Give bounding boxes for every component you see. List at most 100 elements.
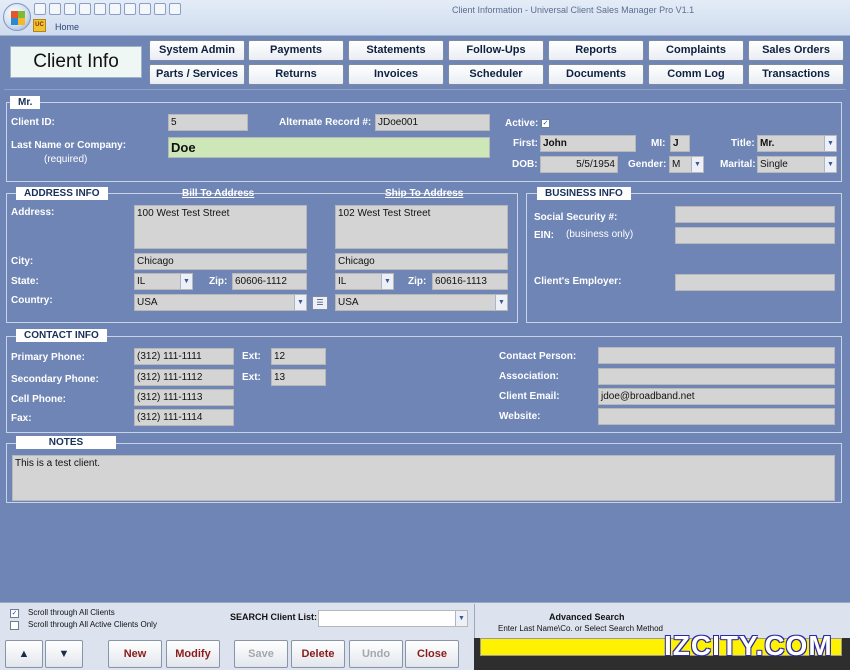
ein-field[interactable] bbox=[675, 227, 835, 244]
marital-label: Marital: bbox=[720, 159, 756, 170]
cell-phone-field[interactable]: (312) 111-1113 bbox=[134, 389, 234, 406]
nav-follow-ups[interactable]: Follow-Ups bbox=[448, 40, 544, 61]
nav-transactions[interactable]: Transactions bbox=[748, 64, 844, 85]
contact-panel-title: CONTACT INFO bbox=[16, 329, 107, 342]
ship-zip-label: Zip: bbox=[408, 276, 427, 287]
dob-field[interactable]: 5/5/1954 bbox=[540, 156, 618, 173]
lock-icon[interactable] bbox=[154, 3, 166, 15]
association-field[interactable] bbox=[598, 368, 835, 385]
address-panel-title: ADDRESS INFO bbox=[16, 187, 108, 200]
active-label: Active: bbox=[505, 118, 539, 129]
chevron-down-icon[interactable]: ▼ bbox=[824, 157, 836, 172]
chevron-down-icon[interactable]: ▼ bbox=[495, 295, 507, 310]
bill-to-heading: Bill To Address bbox=[182, 188, 255, 199]
office-button-icon[interactable] bbox=[3, 3, 31, 31]
state-label: State: bbox=[11, 276, 39, 287]
employer-field[interactable] bbox=[675, 274, 835, 291]
alt-record-label: Alternate Record #: bbox=[279, 117, 372, 128]
association-label: Association: bbox=[499, 371, 560, 382]
close-button[interactable]: Close bbox=[405, 640, 459, 668]
ein-label: EIN: bbox=[534, 230, 554, 241]
nav-complaints[interactable]: Complaints bbox=[648, 40, 744, 61]
undo-button[interactable]: Undo bbox=[349, 640, 403, 668]
primary-phone-field[interactable]: (312) 111-1111 bbox=[134, 348, 234, 365]
bill-address-field[interactable]: 100 West Test Street bbox=[134, 205, 307, 249]
scroll-all-checkbox[interactable]: ✓ bbox=[10, 609, 19, 618]
undo-icon[interactable] bbox=[34, 3, 46, 15]
search-client-select[interactable]: ▼ bbox=[318, 610, 468, 627]
preview-icon[interactable] bbox=[124, 3, 136, 15]
title-value: Mr. bbox=[760, 138, 775, 149]
active-checkbox[interactable]: ✓ bbox=[541, 119, 550, 128]
secondary-phone-label: Secondary Phone: bbox=[11, 374, 99, 385]
new-button[interactable]: New bbox=[108, 640, 162, 668]
ship-country-select[interactable]: USA ▼ bbox=[335, 294, 508, 311]
ribbon-tab-home[interactable]: Home bbox=[55, 22, 79, 32]
nav-scheduler[interactable]: Scheduler bbox=[448, 64, 544, 85]
chevron-down-icon[interactable]: ▼ bbox=[824, 136, 836, 151]
client-email-field[interactable]: jdoe@broadband.net bbox=[598, 388, 835, 405]
ship-zip-field[interactable]: 60616-1113 bbox=[432, 273, 508, 290]
ssn-field[interactable] bbox=[675, 206, 835, 223]
app-badge-icon: UC bbox=[33, 19, 46, 32]
notes-field[interactable]: This is a test client. bbox=[12, 455, 835, 501]
bill-country-select[interactable]: USA ▼ bbox=[134, 294, 307, 311]
mi-field[interactable]: J bbox=[670, 135, 690, 152]
copy-icon[interactable] bbox=[79, 3, 91, 15]
cut-icon[interactable] bbox=[64, 3, 76, 15]
nav-documents[interactable]: Documents bbox=[548, 64, 644, 85]
ship-city-field[interactable]: Chicago bbox=[335, 253, 508, 270]
previous-record-button[interactable]: ▲ bbox=[5, 640, 43, 668]
nav-statements[interactable]: Statements bbox=[348, 40, 444, 61]
title-select[interactable]: Mr. ▼ bbox=[757, 135, 837, 152]
save-button[interactable]: Save bbox=[234, 640, 288, 668]
client-id-label: Client ID: bbox=[11, 117, 55, 128]
contact-person-field[interactable] bbox=[598, 347, 835, 364]
bill-state-select[interactable]: IL ▼ bbox=[134, 273, 193, 290]
nav-invoices[interactable]: Invoices bbox=[348, 64, 444, 85]
delete-button[interactable]: Delete bbox=[291, 640, 345, 668]
modify-button[interactable]: Modify bbox=[166, 640, 220, 668]
ext2-field[interactable]: 13 bbox=[271, 369, 326, 386]
nav-returns[interactable]: Returns bbox=[248, 64, 344, 85]
window-title: Client Information - Universal Client Sa… bbox=[452, 5, 695, 15]
paste-icon[interactable] bbox=[94, 3, 106, 15]
redo-icon[interactable] bbox=[49, 3, 61, 15]
nav-comm-log[interactable]: Comm Log bbox=[648, 64, 744, 85]
last-name-field[interactable]: Doe bbox=[168, 137, 490, 158]
nav-payments[interactable]: Payments bbox=[248, 40, 344, 61]
marital-value: Single bbox=[760, 159, 788, 170]
marital-select[interactable]: Single ▼ bbox=[757, 156, 837, 173]
email-icon[interactable] bbox=[139, 3, 151, 15]
secondary-phone-field[interactable]: (312) 111-1112 bbox=[134, 369, 234, 386]
chevron-down-icon[interactable]: ▼ bbox=[180, 274, 192, 289]
website-field[interactable] bbox=[598, 408, 835, 425]
bill-country-value: USA bbox=[137, 297, 158, 308]
ship-address-field[interactable]: 102 West Test Street bbox=[335, 205, 508, 249]
nav-parts-services[interactable]: Parts / Services bbox=[149, 64, 245, 85]
next-record-button[interactable]: ▼ bbox=[45, 640, 83, 668]
chevron-down-icon[interactable]: ▼ bbox=[381, 274, 393, 289]
printer-icon[interactable] bbox=[169, 3, 181, 15]
chevron-down-icon[interactable]: ▼ bbox=[294, 295, 306, 310]
bill-city-field[interactable]: Chicago bbox=[134, 253, 307, 270]
client-id-field[interactable]: 5 bbox=[168, 114, 248, 131]
chevron-down-icon[interactable]: ▼ bbox=[455, 611, 467, 626]
nav-sales-orders[interactable]: Sales Orders bbox=[748, 40, 844, 61]
first-name-field[interactable]: John bbox=[540, 135, 636, 152]
fax-field[interactable]: (312) 111-1114 bbox=[134, 409, 234, 426]
website-label: Website: bbox=[499, 411, 541, 422]
chevron-down-icon[interactable]: ▼ bbox=[691, 157, 703, 172]
ship-state-select[interactable]: IL ▼ bbox=[335, 273, 394, 290]
alt-record-field[interactable]: JDoe001 bbox=[375, 114, 490, 131]
copy-address-icon[interactable]: ☰ bbox=[312, 296, 328, 310]
cell-phone-label: Cell Phone: bbox=[11, 394, 67, 405]
gender-select[interactable]: M ▼ bbox=[669, 156, 704, 173]
bill-zip-field[interactable]: 60606-1112 bbox=[232, 273, 307, 290]
scroll-active-checkbox[interactable] bbox=[10, 621, 19, 630]
ext1-field[interactable]: 12 bbox=[271, 348, 326, 365]
nav-system-admin[interactable]: System Admin bbox=[149, 40, 245, 61]
nav-reports[interactable]: Reports bbox=[548, 40, 644, 61]
print-icon[interactable] bbox=[109, 3, 121, 15]
title-label: Title: bbox=[731, 138, 755, 149]
